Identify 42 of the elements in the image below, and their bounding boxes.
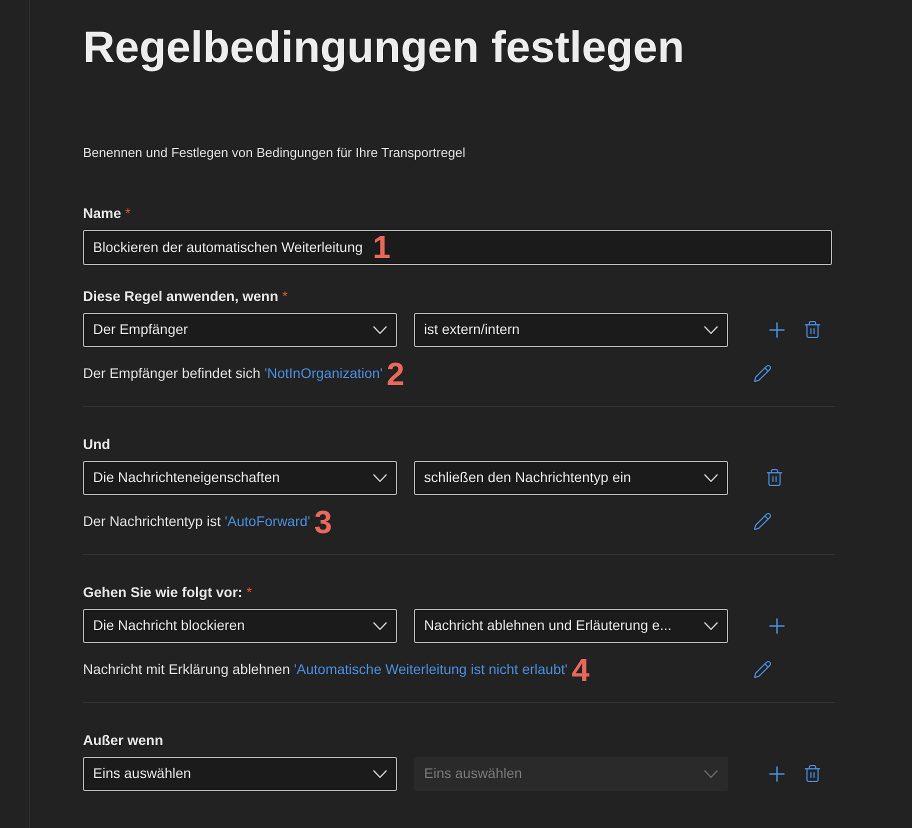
page-subtitle: Benennen und Festlegen von Bedingungen für Ihre Transportregel bbox=[83, 144, 466, 162]
field-label: Und bbox=[83, 434, 110, 454]
dropdown[interactable]: schließen den Nachrichtentyp ein bbox=[414, 460, 728, 494]
edit-button[interactable] bbox=[753, 364, 772, 383]
edit-button[interactable] bbox=[753, 512, 772, 531]
field-label: Name bbox=[83, 204, 122, 222]
dropdown[interactable]: Der Empfänger bbox=[83, 312, 397, 346]
chevron-icon bbox=[704, 474, 718, 482]
dropdown[interactable]: Die Nachrichteneigenschaften bbox=[83, 460, 397, 494]
chevron-icon bbox=[373, 326, 387, 334]
delete-button[interactable] bbox=[765, 468, 784, 487]
condition-description: Der Nachrichtentyp ist bbox=[83, 512, 221, 531]
edit-button[interactable] bbox=[753, 660, 772, 679]
condition-value-link[interactable]: 'AutoForward' bbox=[224, 511, 310, 532]
chevron-icon bbox=[373, 622, 387, 630]
chevron-icon bbox=[704, 622, 718, 630]
page-title: Regelbedingungen festlegen bbox=[83, 22, 686, 74]
dropdown[interactable]: ist extern/intern bbox=[414, 312, 728, 346]
field-label: Gehen Sie wie folgt vor: bbox=[83, 582, 242, 602]
dropdown[interactable]: Eins auswählen bbox=[83, 756, 397, 790]
required-asterisk: * bbox=[282, 286, 288, 306]
field-label: Außer wenn bbox=[83, 730, 164, 750]
required-asterisk: * bbox=[125, 204, 131, 222]
chevron-icon bbox=[704, 770, 718, 778]
dropdown[interactable]: Die Nachricht blockieren bbox=[83, 608, 397, 642]
callout-number: 2 bbox=[386, 358, 404, 388]
delete-button[interactable] bbox=[803, 320, 822, 339]
callout-number: 3 bbox=[314, 506, 332, 536]
required-asterisk: * bbox=[246, 582, 252, 602]
chevron-icon bbox=[704, 326, 718, 334]
callout-number: 1 bbox=[372, 232, 391, 262]
dropdown[interactable]: Nachricht ablehnen und Erläuterung e... bbox=[414, 608, 728, 642]
name-field[interactable]: Blockieren der automatischen Weiterleitung 1 bbox=[83, 230, 832, 264]
condition-description: Nachricht mit Erklärung ablehnen bbox=[83, 660, 290, 679]
callout-number: 4 bbox=[572, 654, 590, 684]
condition-description: Der Empfänger befindet sich bbox=[83, 364, 260, 383]
chevron-icon bbox=[373, 770, 387, 778]
condition-value-link[interactable]: 'Automatische Weiterleitung ist nicht erlaubt' bbox=[294, 659, 568, 680]
delete-button[interactable] bbox=[803, 764, 822, 783]
condition-value-link[interactable]: 'NotInOrganization' bbox=[264, 363, 383, 384]
field-label: Diese Regel anwenden, wenn bbox=[83, 286, 278, 306]
chevron-icon bbox=[373, 474, 387, 482]
